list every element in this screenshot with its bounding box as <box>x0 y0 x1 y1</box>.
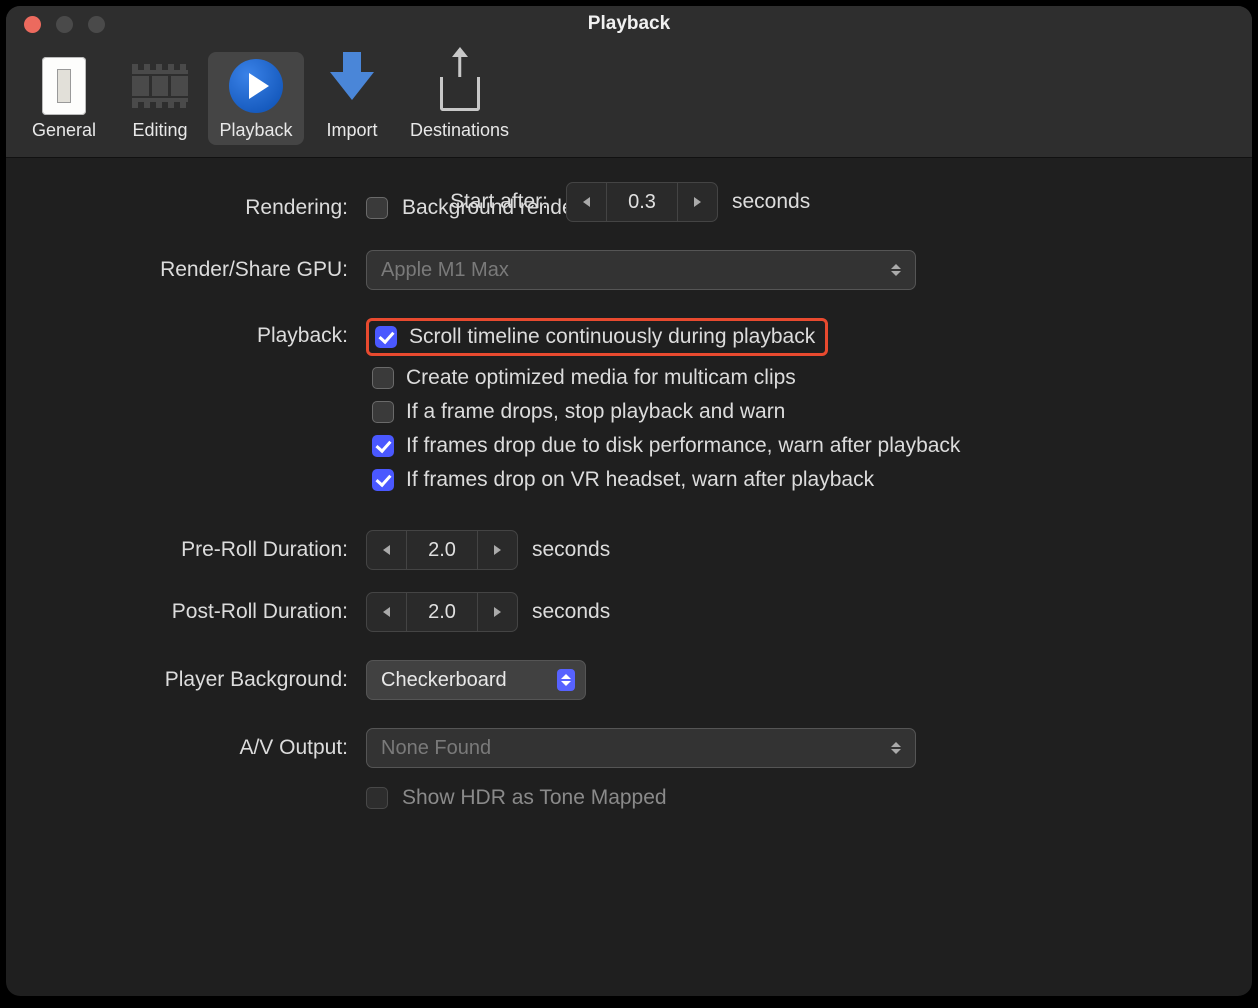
highlighted-option: Scroll timeline continuously during play… <box>366 318 828 356</box>
tab-playback-label: Playback <box>219 120 292 141</box>
editing-icon <box>132 58 188 114</box>
start-after-unit: seconds <box>732 190 810 214</box>
playback-icon <box>228 58 284 114</box>
content: Rendering: Background render Start after… <box>6 158 1252 844</box>
toolbar: General Editing Playback Import Destinat… <box>6 42 1252 158</box>
postroll-unit: seconds <box>532 600 610 624</box>
avoutput-value: None Found <box>381 737 491 760</box>
start-after-stepper[interactable]: 0.3 <box>566 182 718 222</box>
postroll-row: Post-Roll Duration: 2.0 seconds <box>46 592 1212 632</box>
destinations-icon <box>432 58 488 114</box>
start-after-value: 0.3 <box>607 191 677 214</box>
hdr-tone-mapped-label: Show HDR as Tone Mapped <box>402 786 667 810</box>
stepper-increment-icon[interactable] <box>677 183 717 221</box>
stepper-increment-icon[interactable] <box>477 593 517 631</box>
optimized-media-label: Create optimized media for multicam clip… <box>406 366 796 390</box>
vr-warn-checkbox[interactable] <box>372 469 394 491</box>
preroll-value: 2.0 <box>407 539 477 562</box>
tab-destinations[interactable]: Destinations <box>400 52 519 145</box>
import-icon <box>324 58 380 114</box>
tab-playback[interactable]: Playback <box>208 52 304 145</box>
preroll-row: Pre-Roll Duration: 2.0 seconds <box>46 530 1212 570</box>
disk-perf-warn-label: If frames drop due to disk performance, … <box>406 434 960 458</box>
scroll-timeline-label: Scroll timeline continuously during play… <box>409 325 815 349</box>
start-after-label2: Start after: <box>46 190 566 214</box>
playback-section: Playback: Scroll timeline continuously d… <box>46 318 1212 502</box>
gpu-value: Apple M1 Max <box>381 259 509 282</box>
frame-drop-stop-checkbox[interactable] <box>372 401 394 423</box>
general-icon <box>36 58 92 114</box>
optimized-media-checkbox[interactable] <box>372 367 394 389</box>
preroll-stepper[interactable]: 2.0 <box>366 530 518 570</box>
stepper-decrement-icon[interactable] <box>367 531 407 569</box>
playerbg-row: Player Background: Checkerboard <box>46 660 1212 700</box>
playerbg-label: Player Background: <box>46 668 366 692</box>
frame-drop-stop-label: If a frame drops, stop playback and warn <box>406 400 785 424</box>
tab-editing[interactable]: Editing <box>112 52 208 145</box>
tab-editing-label: Editing <box>132 120 187 141</box>
avoutput-dropdown[interactable]: None Found <box>366 728 916 768</box>
gpu-label: Render/Share GPU: <box>46 258 366 282</box>
hdr-tone-mapped-checkbox <box>366 787 388 809</box>
tab-general-label: General <box>32 120 96 141</box>
dropdown-arrows-icon <box>887 737 905 759</box>
gpu-dropdown[interactable]: Apple M1 Max <box>366 250 916 290</box>
postroll-value: 2.0 <box>407 601 477 624</box>
postroll-label: Post-Roll Duration: <box>46 600 366 624</box>
titlebar: Playback <box>6 6 1252 42</box>
tab-destinations-label: Destinations <box>410 120 509 141</box>
tab-general[interactable]: General <box>16 52 112 145</box>
gpu-row: Render/Share GPU: Apple M1 Max <box>46 250 1212 290</box>
dropdown-arrows-icon <box>557 669 575 691</box>
tab-import[interactable]: Import <box>304 52 400 145</box>
stepper-decrement-icon[interactable] <box>567 183 607 221</box>
stepper-increment-icon[interactable] <box>477 531 517 569</box>
vr-warn-label: If frames drop on VR headset, warn after… <box>406 468 874 492</box>
playerbg-value: Checkerboard <box>381 669 507 692</box>
avoutput-label: A/V Output: <box>46 736 366 760</box>
preroll-unit: seconds <box>532 538 610 562</box>
window-title: Playback <box>6 13 1252 35</box>
tab-import-label: Import <box>326 120 377 141</box>
preroll-label: Pre-Roll Duration: <box>46 538 366 562</box>
postroll-stepper[interactable]: 2.0 <box>366 592 518 632</box>
disk-perf-warn-checkbox[interactable] <box>372 435 394 457</box>
dropdown-arrows-icon <box>887 259 905 281</box>
preferences-window: Playback General Editing Playback Import <box>6 6 1252 996</box>
avoutput-row: A/V Output: None Found <box>46 728 1212 768</box>
scroll-timeline-checkbox[interactable] <box>375 326 397 348</box>
hdr-row: Show HDR as Tone Mapped <box>46 786 1212 810</box>
stepper-decrement-icon[interactable] <box>367 593 407 631</box>
playerbg-dropdown[interactable]: Checkerboard <box>366 660 586 700</box>
playback-label: Playback: <box>46 318 366 348</box>
